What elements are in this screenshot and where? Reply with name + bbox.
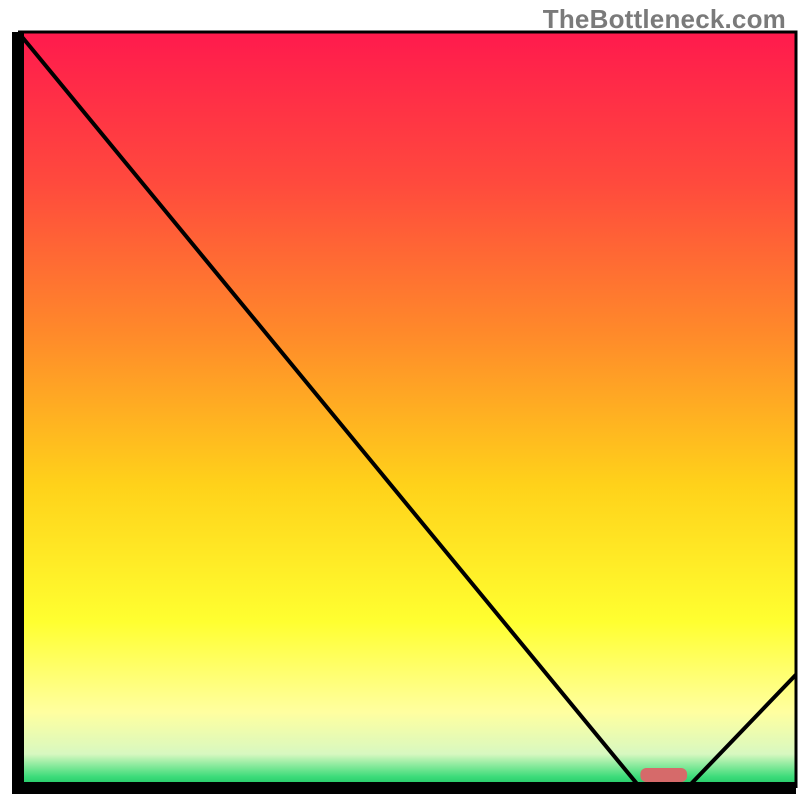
bottleneck-chart	[0, 0, 800, 800]
chart-container: TheBottleneck.com	[0, 0, 800, 800]
chart-gradient-area	[18, 32, 796, 788]
optimum-band	[640, 768, 687, 782]
